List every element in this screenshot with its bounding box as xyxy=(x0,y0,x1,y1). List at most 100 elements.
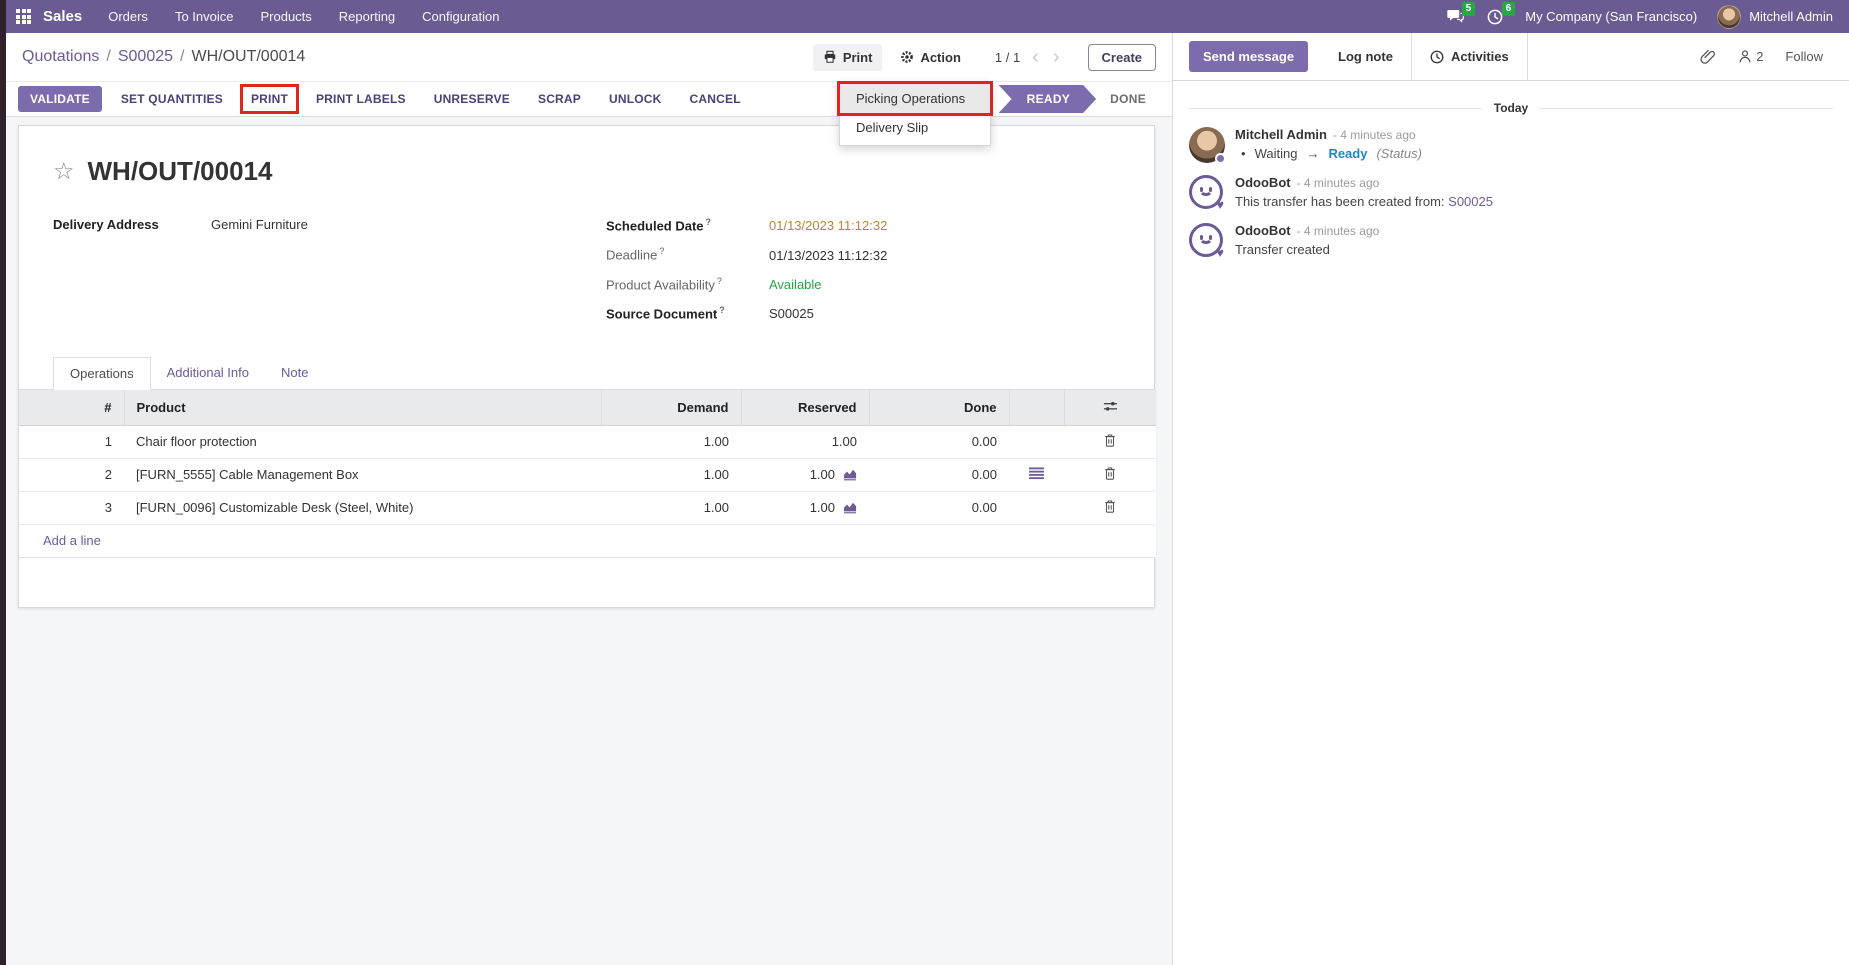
field-help-marker: ? xyxy=(706,217,712,227)
col-product[interactable]: Product xyxy=(124,390,601,425)
col-reserved[interactable]: Reserved xyxy=(741,390,869,425)
messages-icon[interactable]: 5 xyxy=(1445,8,1465,26)
attachment-paperclip-icon[interactable] xyxy=(1700,49,1716,65)
screen-edge-strip xyxy=(0,0,6,965)
chatter-topbar: Send message Log note Activities xyxy=(1173,33,1849,81)
demand-cell[interactable]: 1.00 xyxy=(601,458,741,491)
tracking-old-value: Waiting xyxy=(1255,146,1298,161)
demand-cell[interactable]: 1.00 xyxy=(601,425,741,458)
activities-badge: 6 xyxy=(1502,2,1516,16)
product-cell[interactable]: [FURN_0096] Customizable Desk (Steel, Wh… xyxy=(124,491,601,524)
company-switcher[interactable]: My Company (San Francisco) xyxy=(1525,9,1697,24)
demand-cell[interactable]: 1.00 xyxy=(601,491,741,524)
message-author[interactable]: OdooBot xyxy=(1235,175,1291,190)
field-help-marker: ? xyxy=(719,305,725,315)
print-button[interactable]: PRINT xyxy=(242,86,297,112)
done-cell[interactable]: 0.00 xyxy=(869,425,1009,458)
pager-count: 1 / 1 xyxy=(995,50,1020,65)
tab-operations[interactable]: Operations xyxy=(53,357,151,390)
delete-row-icon[interactable] xyxy=(1103,433,1117,448)
tab-additional-info[interactable]: Additional Info xyxy=(151,357,265,390)
scrap-button[interactable]: SCRAP xyxy=(529,86,590,112)
breadcrumb-s00025[interactable]: S00025 xyxy=(118,48,173,66)
pager-next-icon[interactable]: › xyxy=(1051,47,1062,67)
activities-clock-icon[interactable]: 6 xyxy=(1485,8,1505,26)
message-timestamp: - 4 minutes ago xyxy=(1333,128,1416,142)
notebook-tabs: Operations Additional Info Note xyxy=(19,356,1154,390)
follow-button[interactable]: Follow xyxy=(1785,49,1823,64)
menu-item-delivery-slip[interactable]: Delivery Slip xyxy=(840,113,990,142)
unreserve-button[interactable]: UNRESERVE xyxy=(425,86,519,112)
col-index[interactable]: # xyxy=(19,390,124,425)
breadcrumb-quotations[interactable]: Quotations xyxy=(22,48,99,66)
reserved-cell[interactable]: 1.00 xyxy=(810,467,835,482)
detailed-operations-icon[interactable] xyxy=(1029,467,1044,480)
delete-row-icon[interactable] xyxy=(1103,466,1117,481)
reserved-cell[interactable]: 1.00 xyxy=(810,500,835,515)
done-cell[interactable]: 0.00 xyxy=(869,491,1009,524)
message-author[interactable]: OdooBot xyxy=(1235,223,1291,238)
followers-button[interactable]: 2 xyxy=(1738,49,1763,64)
chatter-message: ♥ OdooBot - 4 minutes ago Transfer creat… xyxy=(1189,223,1833,259)
date-divider: Today xyxy=(1189,101,1833,115)
delete-row-icon[interactable] xyxy=(1103,499,1117,514)
nav-configuration[interactable]: Configuration xyxy=(422,9,499,24)
col-demand[interactable]: Demand xyxy=(601,390,741,425)
tab-note[interactable]: Note xyxy=(265,357,324,390)
source-document-link[interactable]: S00025 xyxy=(1448,194,1493,209)
favorite-star-icon[interactable]: ☆ xyxy=(53,160,75,184)
source-document-value[interactable]: S00025 xyxy=(769,306,814,321)
clock-icon xyxy=(1430,50,1444,64)
print-dropdown-button[interactable]: Print xyxy=(813,44,883,71)
stage-ready[interactable]: READY xyxy=(999,85,1097,113)
nav-orders[interactable]: Orders xyxy=(108,9,148,24)
forecast-chart-icon[interactable] xyxy=(843,468,857,481)
apps-grid-icon[interactable] xyxy=(16,9,31,24)
print-labels-button[interactable]: PRINT LABELS xyxy=(307,86,415,112)
activities-button[interactable]: Activities xyxy=(1411,33,1528,80)
app-name[interactable]: Sales xyxy=(43,8,82,25)
gear-icon xyxy=(900,50,914,64)
validate-button[interactable]: VALIDATE xyxy=(18,86,102,112)
print-dropdown-menu: Picking Operations Delivery Slip xyxy=(839,82,991,146)
user-menu[interactable]: Mitchell Admin xyxy=(1717,5,1833,29)
stage-done[interactable]: DONE xyxy=(1096,85,1160,113)
odoobot-avatar: ♥ xyxy=(1189,223,1225,259)
nav-reporting[interactable]: Reporting xyxy=(339,9,395,24)
table-row[interactable]: 2 [FURN_5555] Cable Management Box 1.00 … xyxy=(19,458,1156,491)
product-availability-label: Product Availability? xyxy=(606,276,751,292)
table-row[interactable]: 1 Chair floor protection 1.00 1.00 0.00 xyxy=(19,425,1156,458)
control-panel-actions: Print Action 1 / 1 ‹ › Create xyxy=(813,44,1156,71)
product-cell[interactable]: Chair floor protection xyxy=(124,425,601,458)
delivery-address-value[interactable]: Gemini Furniture xyxy=(211,217,308,334)
message-author[interactable]: Mitchell Admin xyxy=(1235,127,1327,142)
nav-products[interactable]: Products xyxy=(260,9,311,24)
action-dropdown-button[interactable]: Action xyxy=(890,44,970,71)
create-button[interactable]: Create xyxy=(1088,44,1156,71)
product-cell[interactable]: [FURN_5555] Cable Management Box xyxy=(124,458,601,491)
message-timestamp: - 4 minutes ago xyxy=(1297,176,1380,190)
table-row[interactable]: 3 [FURN_0096] Customizable Desk (Steel, … xyxy=(19,491,1156,524)
reserved-cell[interactable]: 1.00 xyxy=(741,425,869,458)
done-cell[interactable]: 0.00 xyxy=(869,458,1009,491)
send-message-button[interactable]: Send message xyxy=(1189,41,1308,72)
form-sheet: ☆ WH/OUT/00014 Delivery Address Gemini F… xyxy=(18,125,1155,608)
followers-count: 2 xyxy=(1756,49,1763,64)
col-done[interactable]: Done xyxy=(869,390,1009,425)
optional-columns-icon[interactable] xyxy=(1103,399,1118,414)
nav-to-invoice[interactable]: To Invoice xyxy=(175,9,234,24)
arrow-right-icon: → xyxy=(1306,146,1319,161)
tracking-bullet: • xyxy=(1241,146,1246,161)
unlock-button[interactable]: UNLOCK xyxy=(600,86,671,112)
scheduled-date-value[interactable]: 01/13/2023 11:12:32 xyxy=(769,218,887,233)
log-note-button[interactable]: Log note xyxy=(1320,33,1411,80)
set-quantities-button[interactable]: SET QUANTITIES xyxy=(112,86,232,112)
forecast-chart-icon[interactable] xyxy=(843,501,857,514)
main-column: Quotations / S00025 / WH/OUT/00014 Print xyxy=(6,33,1172,965)
add-a-line-link[interactable]: Add a line xyxy=(43,533,101,548)
document-title: WH/OUT/00014 xyxy=(88,156,273,187)
menu-item-picking-operations[interactable]: Picking Operations xyxy=(840,84,990,113)
control-panel: Quotations / S00025 / WH/OUT/00014 Print xyxy=(6,33,1172,81)
pager-previous-icon[interactable]: ‹ xyxy=(1030,47,1041,67)
cancel-button[interactable]: CANCEL xyxy=(681,86,750,112)
